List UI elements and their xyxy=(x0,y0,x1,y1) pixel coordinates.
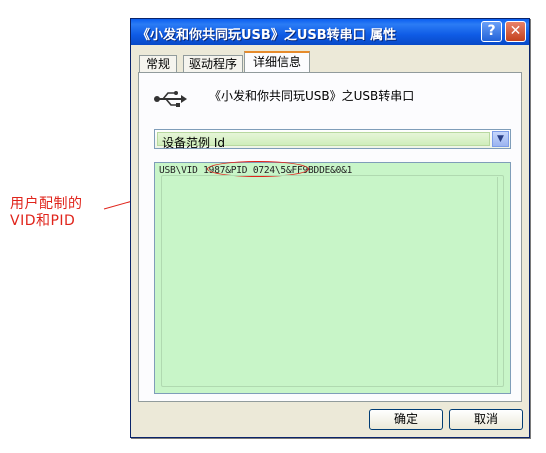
tab-driver[interactable]: 驱动程序 xyxy=(183,55,243,72)
property-select[interactable]: 设备范例 Id ▼ xyxy=(154,129,511,150)
help-button[interactable]: ? xyxy=(481,21,502,42)
properties-dialog: 《小发和你共同玩USB》之USB转串口 属性 ? ✕ 常规 驱动程序 详细信息 … xyxy=(130,18,530,438)
list-inner-frame xyxy=(161,175,504,387)
chevron-down-icon[interactable]: ▼ xyxy=(492,131,509,147)
property-select-field: 设备范例 Id xyxy=(157,132,490,150)
value-listbox[interactable]: USB\VID_1987&PID_0724\5&FF9BDDE&0&1 xyxy=(154,161,511,394)
title-bar[interactable]: 《小发和你共同玩USB》之USB转串口 属性 ? ✕ xyxy=(131,19,529,45)
ok-button[interactable]: 确定 xyxy=(369,409,443,430)
close-button[interactable]: ✕ xyxy=(505,21,526,42)
window-title: 《小发和你共同玩USB》之USB转串口 属性 xyxy=(137,28,397,43)
details-panel: 《小发和你共同玩USB》之USB转串口 设备范例 Id ▼ USB\VID_19… xyxy=(138,72,522,402)
list-scrollbar[interactable] xyxy=(497,177,504,385)
annotation-callout: 用户配制的 VID和PID xyxy=(10,196,120,230)
tab-details[interactable]: 详细信息 xyxy=(244,51,310,73)
usb-icon xyxy=(154,91,187,107)
device-name: 《小发和你共同玩USB》之USB转串口 xyxy=(209,89,415,103)
annotation-line-1: 用户配制的 xyxy=(10,196,83,212)
annotation-line-2: VID和PID xyxy=(10,213,76,229)
tab-general[interactable]: 常规 xyxy=(139,55,177,72)
property-select-value: 设备范例 Id xyxy=(162,136,225,150)
cancel-button[interactable]: 取消 xyxy=(449,409,523,430)
